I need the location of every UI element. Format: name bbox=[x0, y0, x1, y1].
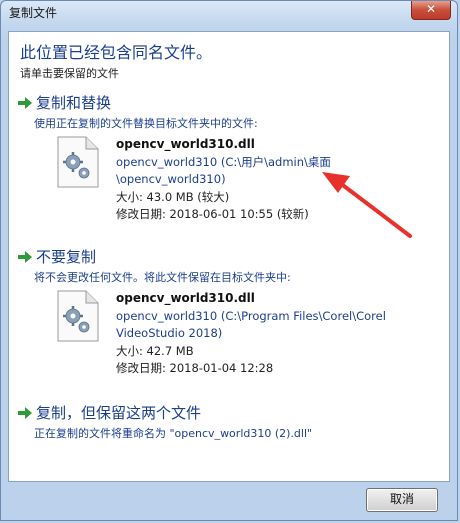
file-path-line2: VideoStudio 2018) bbox=[116, 326, 223, 340]
green-arrow-icon bbox=[18, 97, 32, 109]
file-size: 大小: 42.7 MB bbox=[116, 343, 194, 358]
cancel-button[interactable]: 取消 bbox=[366, 488, 438, 512]
option-header: 复制和替换 bbox=[18, 92, 438, 114]
option-description: 使用正在复制的文件替换目标文件夹中的文件: bbox=[34, 117, 258, 130]
green-arrow-icon bbox=[18, 407, 32, 419]
option-copy-keep-both[interactable]: 复制，但保留这两个文件 正在复制的文件将重命名为 "opencv_world31… bbox=[18, 402, 438, 447]
copy-file-dialog: 复制文件 ✕ 此位置已经包含同名文件。 请单击要保留的文件 复制和替换 使用正在… bbox=[0, 0, 458, 521]
option-description: 将不会更改任何文件。将此文件保留在目标文件夹中: bbox=[34, 271, 291, 284]
dialog-footer: 取消 bbox=[8, 482, 450, 517]
file-name: opencv_world310.dll bbox=[116, 137, 255, 151]
file-path-line1: opencv_world310 (C:\Program Files\Corel\… bbox=[116, 308, 386, 323]
option-header: 不要复制 bbox=[18, 246, 438, 268]
subtitle: 请单击要保留的文件 bbox=[20, 67, 119, 80]
file-path-line1: opencv_world310 (C:\用户\admin\桌面 bbox=[116, 154, 331, 169]
option-description: 正在复制的文件将重命名为 "opencv_world310 (2).dll" bbox=[34, 427, 313, 440]
dialog-content: 此位置已经包含同名文件。 请单击要保留的文件 复制和替换 使用正在复制的文件替换… bbox=[8, 31, 450, 482]
option-dont-copy[interactable]: 不要复制 将不会更改任何文件。将此文件保留在目标文件夹中: opencv_wor… bbox=[18, 246, 438, 376]
file-details: opencv_world310.dll opencv_world310 (C:\… bbox=[116, 136, 436, 224]
file-modified: 修改日期: 2018-01-04 12:28 bbox=[116, 361, 274, 375]
option-title: 复制和替换 bbox=[36, 94, 112, 112]
close-icon: ✕ bbox=[425, 2, 437, 16]
file-details: opencv_world310.dll opencv_world310 (C:\… bbox=[116, 290, 436, 378]
file-name: opencv_world310.dll bbox=[116, 291, 255, 305]
file-size: 大小: 43.0 MB (较大) bbox=[116, 189, 230, 204]
option-copy-and-replace[interactable]: 复制和替换 使用正在复制的文件替换目标文件夹中的文件: opencv_world… bbox=[18, 92, 438, 222]
file-path-line2: \opencv_world310) bbox=[116, 172, 226, 186]
dll-file-gear-icon bbox=[57, 136, 99, 188]
close-button[interactable]: ✕ bbox=[411, 1, 451, 20]
file-modified: 修改日期: 2018-06-01 10:55 (较新) bbox=[116, 207, 309, 221]
window-title: 复制文件 bbox=[9, 6, 58, 20]
option-title: 复制，但保留这两个文件 bbox=[36, 404, 202, 422]
option-header: 复制，但保留这两个文件 bbox=[18, 402, 438, 424]
dll-file-gear-icon bbox=[57, 290, 99, 342]
option-title: 不要复制 bbox=[36, 248, 97, 266]
page-title: 此位置已经包含同名文件。 bbox=[20, 43, 213, 62]
green-arrow-icon bbox=[18, 251, 32, 263]
titlebar[interactable]: 复制文件 ✕ bbox=[1, 1, 457, 25]
